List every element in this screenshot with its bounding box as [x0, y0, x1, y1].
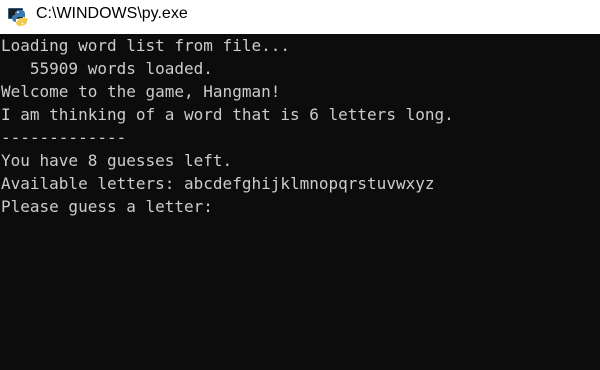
console-line: Welcome to the game, Hangman!	[1, 82, 281, 101]
console-output[interactable]: Loading word list from file... 55909 wor…	[0, 34, 600, 370]
console-line: Available letters: abcdefghijklmnopqrstu…	[1, 174, 435, 193]
console-line: You have 8 guesses left.	[1, 151, 233, 170]
console-window: C:\WINDOWS\py.exe Loading word list from…	[0, 0, 600, 370]
title-bar[interactable]: C:\WINDOWS\py.exe	[0, 0, 600, 34]
console-line: 55909 words loaded.	[1, 59, 213, 78]
console-line: Loading word list from file...	[1, 36, 290, 55]
python-icon	[8, 8, 28, 26]
console-line: I am thinking of a word that is 6 letter…	[1, 105, 454, 124]
window-title: C:\WINDOWS\py.exe	[36, 5, 188, 22]
console-prompt: Please guess a letter:	[1, 197, 213, 216]
console-line: -------------	[1, 128, 127, 147]
